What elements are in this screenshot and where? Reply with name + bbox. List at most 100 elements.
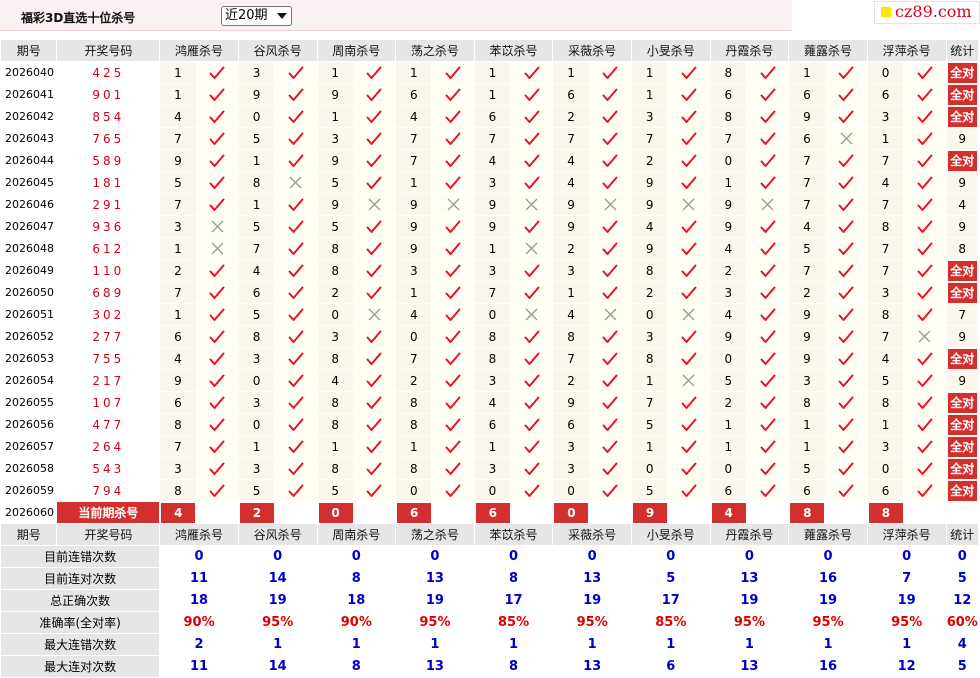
header-expert[interactable]: 小旻杀号 [631,523,711,546]
check-icon [826,242,866,256]
stats-value: 13 [395,655,475,678]
header-expert[interactable]: 荡之杀号 [395,523,475,546]
stats-value: 7 [866,567,947,590]
header-expert[interactable]: 浮萍杀号 [866,523,947,546]
header-expert[interactable]: 苯苡杀号 [473,39,554,62]
table-row: 2026046 291 7 1 9 9 9 9 9 9 7 7 4 [0,193,979,216]
header-expert[interactable]: 采薇杀号 [552,523,632,546]
header-expert[interactable]: 鸿雁杀号 [159,39,239,62]
kill-number-table: 期号 开奖号码 鸿雁杀号 谷风杀号 周南杀号 荡之杀号 苯苡杀号 采薇杀号 小旻杀号 丹霞杀号 蕹露… [0,39,979,678]
result-mark [824,83,868,106]
result-mark [667,479,711,502]
kill-number: 5 [316,171,354,194]
check-icon [354,264,394,278]
header-expert[interactable]: 采薇杀号 [552,39,632,62]
kill-number: 7 [159,435,197,458]
kill-number: 2 [316,281,354,304]
kill-number: 8 [159,479,197,502]
stats-value: 95% [709,611,790,634]
kill-number: 1 [866,413,905,436]
stats-value: 0 [159,545,239,568]
table-row: 2026044 589 9 1 9 7 4 4 2 0 7 7 全对 [0,149,979,172]
result-mark [510,325,554,348]
current-kill-cell: 6 [473,501,554,524]
result-mark [352,347,397,370]
kill-number: 0 [709,149,747,172]
kill-number: 3 [473,369,512,392]
result-mark [903,259,947,282]
header-expert[interactable]: 谷风杀号 [237,523,318,546]
kill-number: 6 [866,479,905,502]
kill-number: 9 [237,83,276,106]
current-kill-cell: 9 [631,501,711,524]
check-icon [590,484,630,498]
current-kill-number: 8 [868,502,903,523]
issue-number: 2026051 [0,303,58,326]
kill-number: 1 [159,61,197,84]
result-mark [903,237,947,260]
issue-number: 2026058 [0,457,58,480]
result-mark [667,237,711,260]
check-icon [433,396,473,410]
result-mark [352,105,397,128]
header-expert[interactable]: 小旻杀号 [631,39,711,62]
check-icon [197,88,237,102]
result-mark [510,127,554,150]
issue-number: 2026049 [0,259,58,282]
kill-number: 7 [552,127,590,150]
stats-value: 8 [316,567,397,590]
kill-number: 9 [630,193,669,216]
header-expert[interactable]: 浮萍杀号 [866,39,947,62]
check-icon [826,198,866,212]
site-logo[interactable]: cz89.com [874,1,980,24]
result-mark [745,237,790,260]
kill-number: 7 [788,259,826,282]
stats-value: 95% [395,611,475,634]
header-expert[interactable]: 谷风杀号 [237,39,318,62]
header-expert[interactable]: 鸿雁杀号 [159,523,239,546]
kill-number: 2 [552,105,590,128]
header-expert[interactable]: 荡之杀号 [395,39,475,62]
header-expert[interactable]: 周南杀号 [316,39,397,62]
check-icon [590,220,630,234]
kill-number: 1 [316,61,354,84]
result-mark [667,281,711,304]
kill-number: 7 [552,347,590,370]
header-expert[interactable]: 周南杀号 [316,523,397,546]
kill-number: 3 [473,171,512,194]
header-expert[interactable]: 蕹露杀号 [788,523,868,546]
kill-number: 3 [866,281,905,304]
kill-number: 3 [709,281,747,304]
header-expert[interactable]: 蕹露杀号 [788,39,868,62]
stats-value: 1 [395,633,475,656]
result-mark [588,171,633,194]
kill-number: 4 [395,303,433,326]
header-expert[interactable]: 丹霞杀号 [709,39,790,62]
header-expert[interactable]: 丹霞杀号 [709,523,790,546]
kill-number: 3 [866,435,905,458]
stats-value: 12 [866,655,947,678]
check-icon [276,154,316,168]
kill-number: 7 [159,127,197,150]
stats-value: 6 [631,655,711,678]
kill-number: 1 [788,435,826,458]
stats-value: 17 [473,589,554,612]
stats-row: 最大连错次数 2 1 1 1 1 1 1 1 1 1 4 [0,633,979,656]
kill-number: 7 [159,193,197,216]
kill-number: 3 [473,457,512,480]
all-correct-badge: 全对 [947,62,977,83]
check-icon [747,352,787,366]
result-mark [745,281,790,304]
result-mark [195,149,239,172]
stats-value: 95% [788,611,868,634]
check-icon [590,66,630,80]
stats-value: 8 [473,567,554,590]
all-correct-badge: 全对 [947,436,977,457]
header-expert[interactable]: 苯苡杀号 [473,523,554,546]
check-icon [512,176,552,190]
check-icon [669,88,709,102]
result-mark [510,105,554,128]
period-select[interactable]: 近20期 [221,6,292,26]
issue-number: 2026042 [0,105,58,128]
kill-number: 9 [709,325,747,348]
